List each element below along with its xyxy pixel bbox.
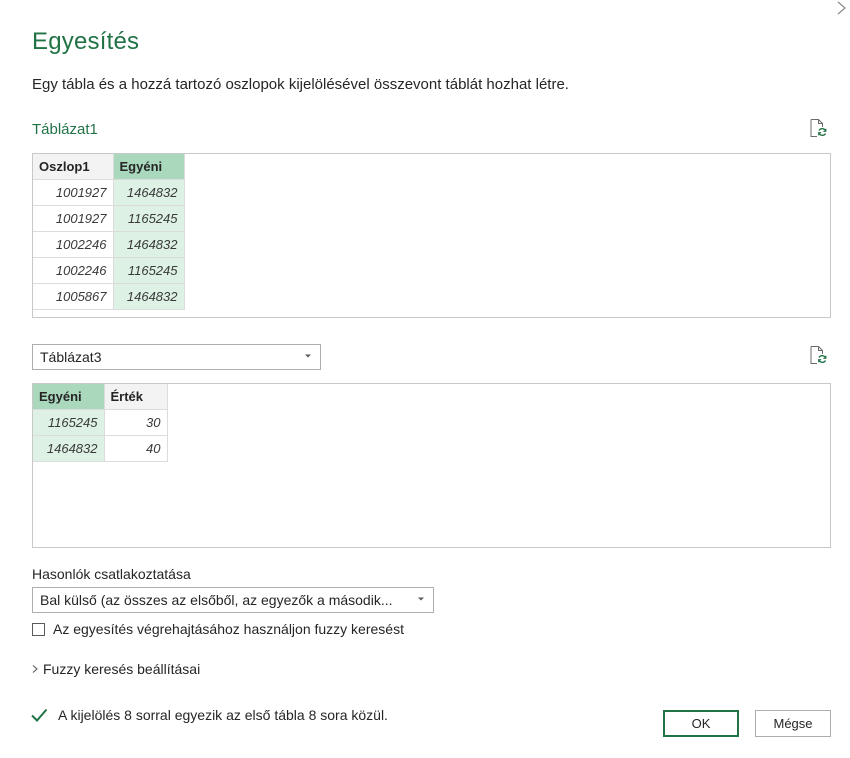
table-row: 1464832 40 [33,435,168,462]
close-icon[interactable] [834,0,850,16]
table-cell: 1002246 [33,257,114,284]
dialog-title: Egyesítés [32,28,140,55]
table1-header-oszlop1[interactable]: Oszlop1 [33,154,114,180]
dialog-description: Egy tábla és a hozzá tartozó oszlopok ki… [32,76,569,93]
match-status-text: A kijelölés 8 sorral egyezik az első táb… [58,707,388,723]
refresh-icon[interactable] [808,118,828,138]
table-row: 1001927 1165245 [33,205,185,232]
table2-header-egyeni[interactable]: Egyéni [33,384,105,410]
join-kind-select[interactable]: Bal külső (az összes az elsőből, az egye… [32,587,434,613]
table2-header-ertek[interactable]: Érték [104,384,168,410]
checkbox[interactable] [32,622,45,636]
table2-select-value: Táblázat3 [40,349,102,365]
table-cell: 30 [104,409,168,436]
table-row: 1002246 1165245 [33,257,185,284]
table-cell: 1165245 [113,205,185,232]
table2-select[interactable]: Táblázat3 [32,344,321,370]
chevron-down-icon [418,597,424,601]
check-icon [31,708,48,722]
join-kind-label: Hasonlók csatlakoztatása [32,566,191,582]
table-row: 1002246 1464832 [33,231,185,258]
table-cell: 1464832 [113,231,185,258]
table-cell: 1464832 [113,283,185,310]
table2-preview: Egyéni Érték 1165245 30 1464832 40 [32,383,831,548]
fuzzy-matching-label: Az egyesítés végrehajtásához használjon … [53,621,404,637]
ok-button[interactable]: OK [663,710,739,737]
table-cell: 1464832 [113,179,185,206]
table-cell: 1165245 [33,409,105,436]
table-cell: 40 [104,435,168,462]
table-row: 1005867 1464832 [33,283,185,310]
chevron-down-icon [305,354,311,358]
table-row: 1001927 1464832 [33,179,185,206]
fuzzy-settings-expander[interactable]: Fuzzy keresés beállításai [30,661,200,677]
fuzzy-settings-label: Fuzzy keresés beállításai [43,661,201,677]
table1-label: Táblázat1 [32,121,98,138]
table-cell: 1002246 [33,231,114,258]
table2-grid: Egyéni Érték 1165245 30 1464832 40 [33,384,168,462]
table-cell: 1165245 [113,257,185,284]
match-status: A kijelölés 8 sorral egyezik az első táb… [30,706,388,724]
table1-preview: Oszlop1 Egyéni 1001927 1464832 1001927 1… [32,153,831,318]
table-cell: 1464832 [33,435,105,462]
chevron-right-icon [32,665,38,673]
table-row: 1165245 30 [33,409,168,436]
table-cell: 1001927 [33,179,114,206]
fuzzy-matching-checkbox[interactable]: Az egyesítés végrehajtásához használjon … [32,620,404,638]
table-cell: 1001927 [33,205,114,232]
join-kind-value: Bal külső (az összes az elsőből, az egye… [40,592,393,608]
refresh-icon[interactable] [808,345,828,365]
table1-grid: Oszlop1 Egyéni 1001927 1464832 1001927 1… [33,154,185,310]
table-cell: 1005867 [33,283,114,310]
table1-header-egyeni[interactable]: Egyéni [113,154,185,180]
cancel-button[interactable]: Mégse [755,710,831,737]
